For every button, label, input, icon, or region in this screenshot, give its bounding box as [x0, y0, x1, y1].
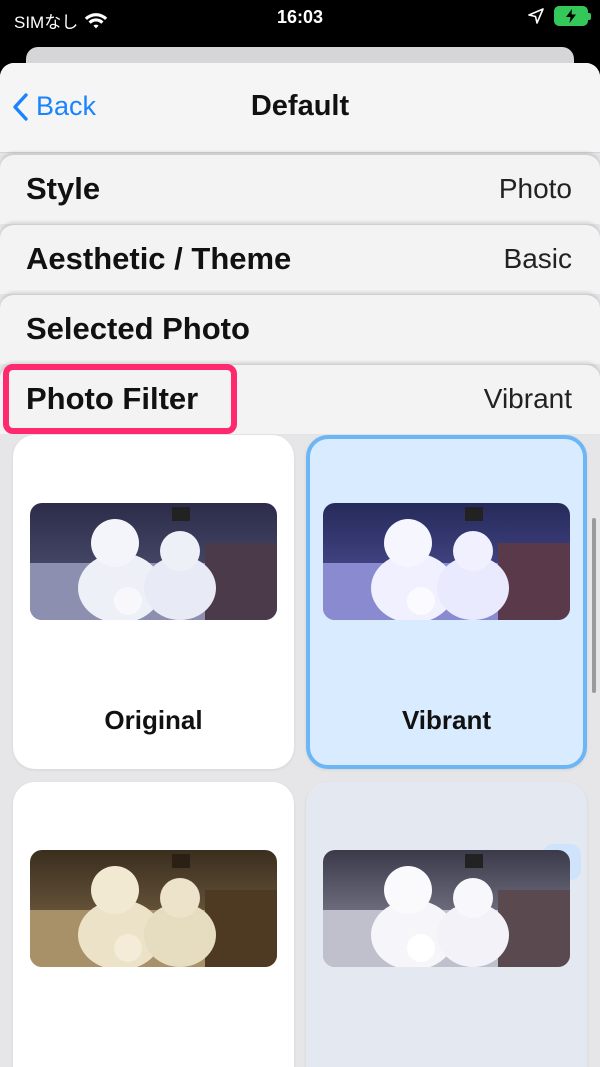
filter-grid: Original Vibrant [0, 435, 600, 1067]
filter-thumbnail [323, 503, 570, 620]
filter-label: Original [104, 705, 203, 735]
filter-thumbnail [30, 503, 277, 620]
status-time: 16:03 [276, 7, 324, 27]
setting-row-style[interactable]: Style Photo [0, 154, 600, 224]
filter-tile-sepia[interactable] [13, 782, 294, 1067]
settings-sheet: Back Default Style Photo Aesthetic / The… [0, 63, 600, 1067]
location-arrow-icon [528, 8, 544, 24]
page-title: Default [250, 90, 350, 122]
filter-thumbnail [323, 850, 570, 967]
status-bar: SIMなし 16:03 [0, 0, 600, 44]
setting-value: Photo [498, 173, 572, 204]
highlight-annotation [3, 364, 237, 434]
setting-row-theme[interactable]: Aesthetic / Theme Basic [0, 224, 600, 294]
navigation-bar: Back Default [0, 63, 600, 153]
setting-label: Selected Photo [26, 311, 250, 346]
setting-row-selected-photo[interactable]: Selected Photo [0, 294, 600, 364]
status-right [528, 6, 591, 26]
filter-tile-locked[interactable] [306, 782, 587, 1067]
filter-thumbnail [30, 850, 277, 967]
battery-charging-icon [554, 6, 591, 26]
setting-value: Basic [503, 243, 572, 274]
filter-tile-vibrant[interactable]: Vibrant [306, 435, 587, 769]
scrollbar[interactable] [592, 518, 596, 693]
setting-value: Vibrant [483, 383, 572, 414]
setting-label: Style [26, 171, 101, 206]
filter-tile-original[interactable]: Original [13, 435, 294, 769]
setting-label: Aesthetic / Theme [26, 241, 292, 276]
filter-label: Vibrant [401, 705, 492, 735]
